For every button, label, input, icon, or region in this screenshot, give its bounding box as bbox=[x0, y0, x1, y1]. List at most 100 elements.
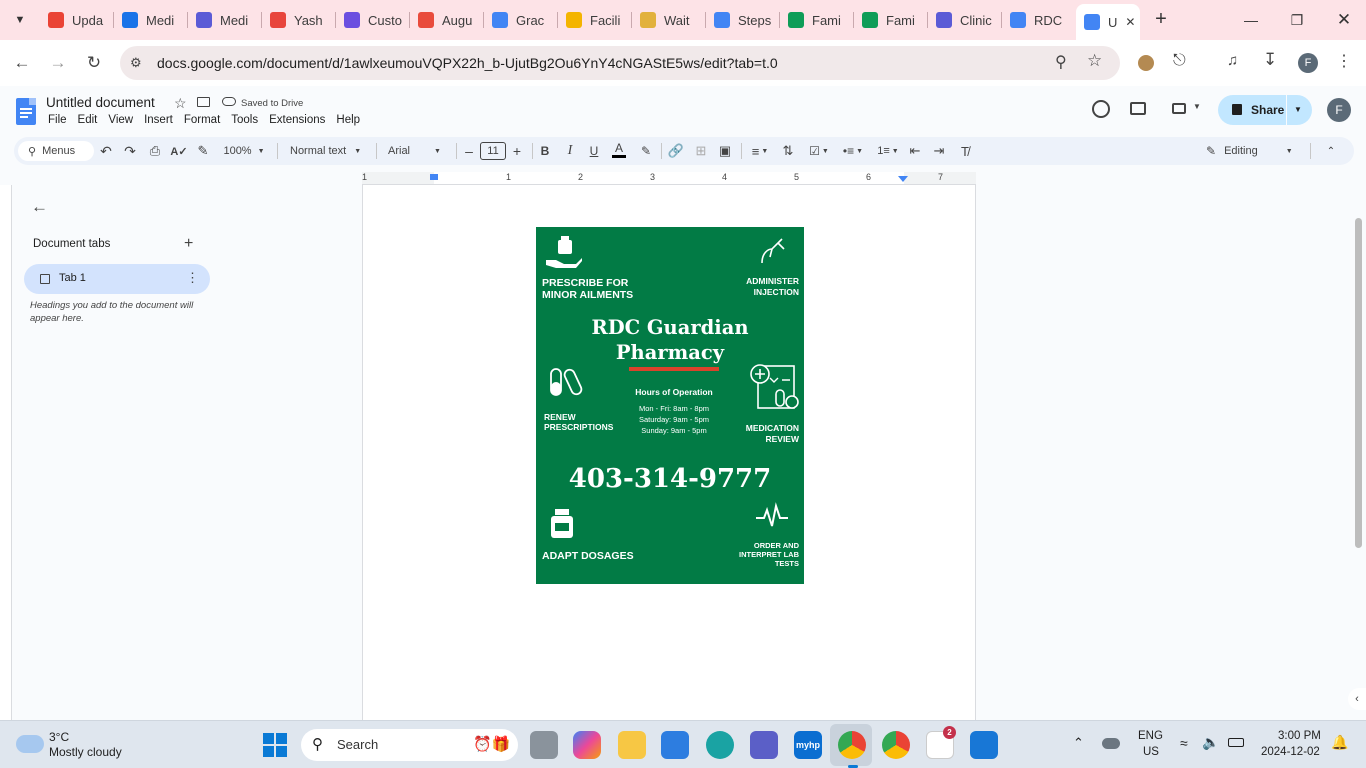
highlight-icon[interactable]: ✎ bbox=[639, 141, 653, 161]
chrome-icon[interactable] bbox=[838, 731, 866, 759]
file-explorer-icon[interactable] bbox=[618, 731, 646, 759]
edge-icon[interactable] bbox=[706, 731, 734, 759]
menu-item-extensions[interactable]: Extensions bbox=[267, 114, 331, 126]
store-icon[interactable] bbox=[661, 731, 689, 759]
browser-tab[interactable]: Steps bbox=[706, 6, 778, 34]
extension-cookie-icon[interactable] bbox=[1138, 55, 1154, 71]
taskbar-search[interactable]: ⚲ Search ⏰🎁 bbox=[301, 729, 518, 761]
browser-tab[interactable]: Fami bbox=[854, 6, 926, 34]
zoom-select[interactable]: 100% ▼ bbox=[218, 141, 270, 161]
restore-icon[interactable]: ❐ bbox=[1285, 8, 1309, 32]
meet-camera-icon[interactable] bbox=[1172, 103, 1186, 114]
increase-indent-icon[interactable]: ⇥ bbox=[932, 141, 946, 161]
browser-tab[interactable]: Grac bbox=[484, 6, 556, 34]
print-icon[interactable]: ⎙ bbox=[146, 141, 164, 161]
site-settings-icon[interactable]: ⚙ bbox=[130, 55, 146, 71]
menu-item-tools[interactable]: Tools bbox=[229, 114, 264, 126]
sidebar-item-tab-1[interactable]: Tab 1 ⋮ bbox=[24, 264, 210, 294]
increase-font-size-icon[interactable]: + bbox=[510, 141, 524, 161]
hide-menus-chevron-up-icon[interactable]: ⌃ bbox=[1324, 141, 1338, 161]
menu-item-view[interactable]: View bbox=[106, 114, 139, 126]
undo-icon[interactable]: ↶ bbox=[98, 141, 114, 161]
comments-icon[interactable] bbox=[1130, 102, 1146, 115]
language-1[interactable]: ENG bbox=[1138, 730, 1163, 742]
link-icon[interactable]: 🔗 bbox=[668, 141, 684, 161]
star-icon[interactable]: ☆ bbox=[174, 95, 187, 112]
photos-icon[interactable] bbox=[970, 731, 998, 759]
language-2[interactable]: US bbox=[1143, 746, 1159, 758]
line-spacing-icon[interactable]: ⇅ bbox=[780, 141, 796, 161]
vertical-scrollbar[interactable] bbox=[1355, 218, 1362, 548]
minimize-icon[interactable]: — bbox=[1239, 8, 1263, 32]
spellcheck-icon[interactable]: A✓ bbox=[170, 141, 187, 161]
onedrive-icon[interactable] bbox=[1102, 738, 1120, 749]
menu-item-insert[interactable]: Insert bbox=[142, 114, 179, 126]
font-select[interactable]: Arial ▼ bbox=[384, 141, 448, 161]
browser-tab[interactable]: Medi bbox=[188, 6, 260, 34]
share-button[interactable]: Share ▼ bbox=[1218, 95, 1312, 125]
zoom-icon[interactable]: ⚲ bbox=[1055, 52, 1067, 72]
clock-date[interactable]: 2024-12-02 bbox=[1261, 746, 1320, 758]
browser-tab[interactable]: Wait bbox=[632, 6, 704, 34]
tab-options-icon[interactable]: ⋮ bbox=[186, 270, 199, 286]
slack-icon[interactable]: 2 bbox=[926, 726, 956, 759]
menus-search[interactable]: ⚲ Menus bbox=[18, 141, 94, 161]
docs-logo-icon[interactable] bbox=[16, 98, 36, 125]
profile-avatar[interactable]: F bbox=[1298, 53, 1318, 73]
add-tab-icon[interactable]: + bbox=[184, 235, 193, 253]
left-indent-marker[interactable] bbox=[430, 174, 438, 180]
forward-icon[interactable]: → bbox=[45, 50, 71, 76]
browser-menu-icon[interactable]: ⋮ bbox=[1336, 51, 1352, 71]
numbered-list-icon[interactable]: 1≡ ▼ bbox=[874, 141, 902, 161]
menu-item-format[interactable]: Format bbox=[182, 114, 226, 126]
new-tab-button[interactable]: + bbox=[1150, 8, 1172, 30]
browser-tab[interactable]: U ✕ bbox=[1076, 4, 1140, 40]
address-bar[interactable]: ⚙ docs.google.com/document/d/1awlxeumouV… bbox=[120, 46, 1120, 80]
browser-tab[interactable]: Custo bbox=[336, 6, 408, 34]
text-color-icon[interactable]: A bbox=[612, 141, 626, 158]
wifi-icon[interactable]: ≈ bbox=[1180, 735, 1188, 751]
decrease-indent-icon[interactable]: ⇤ bbox=[908, 141, 922, 161]
insert-image-icon[interactable]: ▣ bbox=[718, 141, 732, 161]
browser-tab[interactable]: Yash bbox=[262, 6, 334, 34]
task-view-icon[interactable] bbox=[530, 731, 558, 759]
share-dropdown-icon[interactable]: ▼ bbox=[1294, 105, 1302, 114]
tab-search-icon[interactable]: ▼ bbox=[10, 10, 30, 30]
bulleted-list-icon[interactable]: •≡ ▼ bbox=[840, 141, 866, 161]
paint-format-icon[interactable]: ✎ bbox=[196, 141, 210, 161]
browser-tab[interactable]: Upda bbox=[40, 6, 112, 34]
document-title[interactable]: Untitled document bbox=[46, 95, 155, 110]
browser-tab[interactable]: Facili bbox=[558, 6, 630, 34]
right-indent-marker[interactable] bbox=[898, 176, 908, 182]
vertical-ruler[interactable] bbox=[0, 185, 12, 720]
browser-tab[interactable]: Medi bbox=[114, 6, 186, 34]
clock-time[interactable]: 3:00 PM bbox=[1278, 730, 1321, 742]
battery-icon[interactable] bbox=[1228, 738, 1244, 747]
align-icon[interactable]: ≡ ▼ bbox=[748, 141, 772, 161]
move-folder-icon[interactable] bbox=[197, 97, 210, 107]
menu-item-file[interactable]: File bbox=[46, 114, 73, 126]
media-control-icon[interactable]: ♫ bbox=[1227, 52, 1238, 69]
redo-icon[interactable]: ↷ bbox=[122, 141, 138, 161]
italic-icon[interactable]: I bbox=[563, 141, 577, 161]
extensions-puzzle-icon[interactable]: ⎋ bbox=[1173, 52, 1186, 70]
windows-start-icon[interactable] bbox=[263, 733, 287, 757]
teams-icon[interactable] bbox=[750, 731, 778, 759]
menu-item-edit[interactable]: Edit bbox=[76, 114, 104, 126]
clear-formatting-icon[interactable]: T̸ bbox=[958, 141, 972, 161]
hp-app-icon[interactable]: myhp bbox=[794, 731, 822, 759]
reload-icon[interactable]: ↻ bbox=[81, 50, 107, 76]
notification-bell-icon[interactable]: 🔔 bbox=[1331, 734, 1348, 751]
pharmacy-poster-image[interactable]: PRESCRIBE FOR MINOR AILMENTS ADMINISTER … bbox=[536, 227, 804, 584]
side-panel-expand-icon[interactable]: ‹ bbox=[1348, 688, 1366, 710]
add-comment-icon[interactable]: ⊞ bbox=[694, 141, 708, 161]
show-hidden-icons-chevron-icon[interactable]: ⌃ bbox=[1073, 735, 1084, 751]
underline-icon[interactable]: U bbox=[587, 141, 601, 161]
close-tab-icon[interactable]: ✕ bbox=[1125, 15, 1135, 29]
editing-mode-select[interactable]: ✎ Editing ▼ bbox=[1206, 141, 1298, 161]
back-icon[interactable]: ← bbox=[9, 50, 35, 76]
weather-cloud-icon[interactable] bbox=[16, 735, 44, 753]
close-window-icon[interactable]: ✕ bbox=[1332, 8, 1356, 32]
bookmark-star-icon[interactable]: ☆ bbox=[1087, 51, 1102, 71]
browser-tab[interactable]: Augu bbox=[410, 6, 482, 34]
